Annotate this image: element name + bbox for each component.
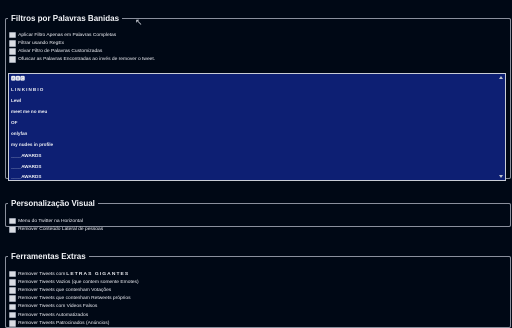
checkbox[interactable] bbox=[9, 287, 16, 294]
checkbox[interactable] bbox=[9, 225, 16, 233]
textarea-line: 🅰🅱🅲 bbox=[11, 76, 25, 81]
option-label: Remover Conteúdo Lateral de pessoas bbox=[18, 226, 104, 232]
option-label: Remover Tweets Vazios (que contem soment… bbox=[18, 279, 139, 285]
extras-option-votacoes[interactable]: Remover Tweets que contenham Votações bbox=[9, 286, 139, 294]
banned-words-textarea[interactable]: 🅰🅱🅲 LINKINBIO Lewl meet me no meu OF onl… bbox=[8, 73, 506, 181]
extras-option-letras-gigantes[interactable]: Remover Tweets com LETRAS GIGANTES bbox=[9, 270, 139, 278]
visual-option-menu-horizontal[interactable]: Menu do Twitter na Horizontal bbox=[9, 217, 103, 225]
checkbox[interactable] bbox=[9, 31, 16, 39]
checkbox[interactable] bbox=[9, 319, 16, 327]
scroll-down-arrow-icon[interactable] bbox=[499, 175, 503, 178]
checkbox[interactable] bbox=[9, 278, 16, 286]
checkbox[interactable] bbox=[9, 311, 16, 319]
visual-option-remover-lateral[interactable]: Remover Conteúdo Lateral de pessoas bbox=[9, 225, 103, 233]
extras-title: Ferramentas Extras bbox=[11, 252, 86, 261]
extras-option-automatizados[interactable]: Remover Tweets Automatizados bbox=[9, 311, 139, 319]
visual-options: Menu do Twitter na Horizontal Remover Co… bbox=[9, 217, 103, 233]
checkbox[interactable] bbox=[9, 303, 16, 311]
filtros-section: Filtros por Palavras Banidas Aplicar Fil… bbox=[5, 14, 511, 181]
visual-title: Personalização Visual bbox=[11, 199, 95, 208]
textarea-line: my nudes in profile bbox=[11, 142, 54, 147]
option-label: Remover Tweets Automatizados bbox=[18, 312, 89, 318]
textarea-line: Lewl bbox=[11, 98, 22, 103]
option-label: Aplicar Filtro Apenas em Palavras Comple… bbox=[18, 32, 117, 38]
option-label: Remover Tweets com bbox=[18, 271, 66, 277]
extras-option-patrocinados[interactable]: Remover Tweets Patrocinados (Anúncios) bbox=[9, 319, 139, 327]
option-label: Menu do Twitter na Horizontal bbox=[18, 218, 83, 224]
textarea-line: ____AWARDS bbox=[11, 153, 42, 158]
option-label: Ativar Filtro de Palavras Customizadas bbox=[18, 48, 103, 54]
checkbox[interactable] bbox=[9, 217, 16, 225]
checkbox[interactable] bbox=[9, 295, 16, 302]
filtro-option-ofuscar[interactable]: Ofuscar as Palavras Encontradas ao invés… bbox=[9, 56, 155, 64]
textarea-line: meet me no meu bbox=[11, 109, 48, 114]
filtros-title: Filtros por Palavras Banidas bbox=[11, 14, 120, 23]
option-label-emphasis: LETRAS GIGANTES bbox=[66, 271, 130, 277]
option-label: Remover Tweets com Videos Falsos bbox=[18, 304, 98, 310]
textarea-line: ____AWARDS bbox=[11, 174, 42, 179]
checkbox[interactable] bbox=[9, 56, 16, 63]
option-label: Remover Tweets Patrocinados (Anúncios) bbox=[18, 320, 110, 326]
checkbox[interactable] bbox=[9, 39, 16, 47]
textarea-line: ____AWARDS bbox=[11, 164, 42, 169]
filtro-option-regex[interactable]: Filtrar usando RegEx bbox=[9, 39, 155, 47]
extras-option-tweets-vazios[interactable]: Remover Tweets Vazios (que contem soment… bbox=[9, 278, 139, 286]
filtro-option-customizadas[interactable]: Ativar Filtro de Palavras Customizadas bbox=[9, 47, 155, 55]
visual-section: Personalização Visual Menu do Twitter na… bbox=[5, 199, 511, 233]
option-label: Ofuscar as Palavras Encontradas ao invés… bbox=[18, 57, 156, 63]
option-label: Remover Tweets que contenham Votações bbox=[18, 287, 112, 293]
extras-option-videos-falsos[interactable]: Remover Tweets com Videos Falsos bbox=[9, 303, 139, 311]
option-label: Filtrar usando RegEx bbox=[18, 40, 65, 46]
filtro-option-palavras-completas[interactable]: Aplicar Filtro Apenas em Palavras Comple… bbox=[9, 31, 155, 39]
option-label: Remover Tweets que contenham Retweets pr… bbox=[18, 296, 131, 302]
filtros-options: Aplicar Filtro Apenas em Palavras Comple… bbox=[9, 31, 155, 64]
scroll-up-arrow-icon[interactable] bbox=[499, 76, 503, 79]
checkbox[interactable] bbox=[9, 270, 16, 278]
extras-options: Remover Tweets com LETRAS GIGANTES Remov… bbox=[9, 270, 139, 327]
extras-option-retweets-proprios[interactable]: Remover Tweets que contenham Retweets pr… bbox=[9, 295, 139, 303]
textarea-line: OF bbox=[11, 120, 18, 125]
textarea-line: onlyfan bbox=[11, 131, 28, 136]
extras-section: Ferramentas Extras Remover Tweets com LE… bbox=[5, 252, 511, 328]
checkbox[interactable] bbox=[9, 48, 16, 55]
textarea-line: LINKINBIO bbox=[11, 87, 45, 92]
